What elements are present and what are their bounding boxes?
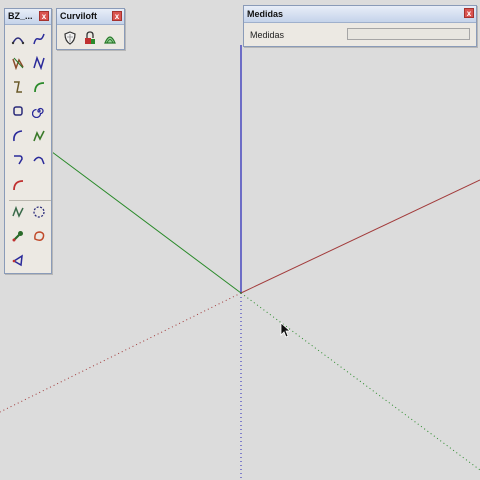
spiral-tool[interactable] (29, 101, 49, 121)
measurements-panel: Medidas x Medidas (243, 5, 477, 47)
wrench-icon (12, 231, 23, 242)
curve-bezier-tool[interactable] (29, 29, 49, 49)
arc-bezier-tool[interactable] (8, 29, 28, 49)
corner-tool[interactable] (8, 150, 28, 170)
curviloft-toolbar-title: Curviloft (60, 11, 97, 21)
bz-toolbar-titlebar[interactable]: BZ_... x (5, 9, 51, 25)
loft-skin-tool[interactable] (100, 28, 120, 48)
modeling-viewport[interactable] (0, 0, 480, 480)
skin-icon (104, 36, 116, 44)
mouse-cursor-icon (280, 322, 290, 338)
curviloft-toolbar-titlebar[interactable]: Curviloft x (57, 9, 124, 25)
zigzag-tool[interactable] (29, 126, 49, 146)
bz-toolbar-close-button[interactable]: x (39, 11, 49, 21)
measurements-titlebar[interactable]: Medidas x (244, 6, 476, 23)
curve-icon (33, 33, 45, 45)
bz-toolbar: BZ_... x (4, 8, 52, 274)
blob-icon (34, 231, 45, 242)
curviloft-close-button[interactable]: x (112, 11, 122, 21)
settings-tool[interactable] (8, 226, 28, 246)
shield-icon (64, 31, 76, 45)
blob-tool[interactable] (29, 226, 49, 246)
measurements-close-button[interactable]: x (464, 8, 474, 18)
step-curve-tool[interactable] (8, 77, 28, 97)
fillet-arc-icon (34, 82, 45, 93)
lock-icon (85, 31, 95, 44)
fillet-arc-tool[interactable] (29, 77, 49, 97)
measurements-input[interactable] (347, 28, 470, 40)
red-arc-tool[interactable] (8, 175, 28, 195)
measurements-title: Medidas (247, 9, 284, 19)
red-axis (240, 179, 480, 294)
spline-tool[interactable] (8, 53, 28, 73)
arc-bezier-icon (11, 37, 25, 45)
bz-toolbar-title: BZ_... (8, 11, 33, 21)
triangle-shape-icon (12, 254, 23, 267)
zigzag-icon (33, 130, 45, 142)
green-axis (39, 142, 242, 294)
measurements-label: Medidas (250, 30, 285, 40)
bend-icon (33, 156, 45, 165)
polyline-icon (33, 56, 45, 70)
freehand-icon (12, 205, 24, 218)
arc-icon (13, 130, 23, 142)
red-arc-icon (13, 180, 24, 191)
rounded-rect-tool[interactable] (8, 101, 28, 121)
green-axis-negative (240, 292, 480, 471)
loft-lock-tool[interactable] (80, 28, 100, 48)
corner-icon (14, 155, 23, 165)
spiral-icon (32, 107, 44, 118)
toolbar-separator (9, 200, 51, 201)
step-curve-icon (14, 81, 22, 93)
shape-tool[interactable] (8, 250, 28, 270)
rounded-rect-icon (13, 106, 23, 116)
bend-tool[interactable] (29, 150, 49, 170)
loft-shield-tool[interactable] (60, 28, 80, 48)
spline-icon (12, 57, 24, 70)
curviloft-toolbar: Curviloft x (56, 8, 125, 50)
circle-dotted-icon (33, 206, 45, 218)
freehand-tool[interactable] (8, 202, 28, 222)
arc-tool[interactable] (8, 126, 28, 146)
circle-dotted-tool[interactable] (29, 202, 49, 222)
red-axis-negative (0, 292, 242, 413)
polyline-tool[interactable] (29, 53, 49, 73)
